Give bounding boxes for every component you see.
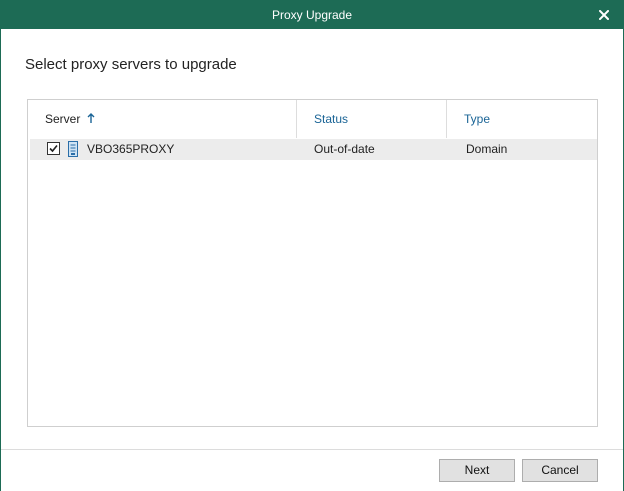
cell-status: Out-of-date (314, 142, 375, 156)
close-icon (599, 10, 609, 20)
checkmark-icon (49, 144, 58, 153)
column-header-status[interactable]: Status (297, 100, 446, 138)
column-header-type-label: Type (464, 112, 491, 126)
close-button[interactable] (591, 3, 617, 27)
row-checkbox[interactable] (47, 142, 60, 155)
server-icon (68, 141, 78, 157)
cell-server: VBO365PROXY (87, 142, 175, 156)
column-header-server-label: Server (45, 112, 81, 126)
column-header-status-label: Status (314, 112, 349, 126)
page-heading: Select proxy servers to upgrade (25, 56, 237, 73)
column-header-server[interactable]: Server (28, 100, 296, 138)
column-header-type[interactable]: Type (447, 100, 597, 138)
next-button[interactable]: Next (439, 459, 515, 482)
cancel-button[interactable]: Cancel (522, 459, 598, 482)
arrow-up-icon (87, 113, 95, 123)
proxy-upgrade-dialog: Proxy Upgrade Select proxy servers to up… (0, 0, 624, 491)
title-bar: Proxy Upgrade (1, 1, 623, 29)
window-title: Proxy Upgrade (271, 8, 353, 22)
grid-header: Server Status Type (28, 100, 597, 138)
proxy-servers-grid: Server Status Type VBO365PROXY Out-of-da… (27, 99, 598, 427)
cell-type: Domain (466, 142, 508, 156)
dialog-footer: Next Cancel (1, 449, 623, 491)
table-row[interactable]: VBO365PROXY Out-of-date Domain (30, 139, 597, 160)
